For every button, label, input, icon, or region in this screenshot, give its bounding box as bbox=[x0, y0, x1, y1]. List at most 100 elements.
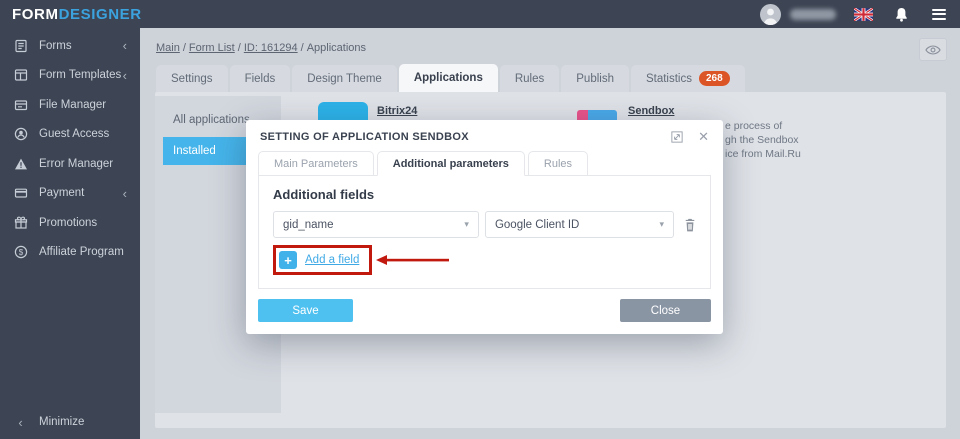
form-templates-icon bbox=[13, 68, 28, 83]
trash-icon bbox=[685, 218, 695, 231]
breadcrumb-link-main[interactable]: Main bbox=[156, 42, 180, 54]
tab-label: Settings bbox=[171, 72, 213, 85]
annotation-arrow-icon bbox=[376, 254, 450, 266]
bitrix24-app-link[interactable]: Bitrix24 bbox=[377, 105, 417, 117]
modal-tab-label: Rules bbox=[543, 158, 573, 170]
tab-settings[interactable]: Settings bbox=[156, 65, 228, 92]
breadcrumb-link-form-list[interactable]: Form List bbox=[189, 42, 235, 54]
minimize-label: Minimize bbox=[39, 416, 85, 428]
breadcrumb-link-form-id[interactable]: ID: 161294 bbox=[244, 42, 298, 54]
sidebar-item-label: Guest Access bbox=[39, 128, 110, 141]
preview-button[interactable] bbox=[919, 38, 947, 61]
sendbox-description: e process of gh the Sendbox ice from Mai… bbox=[725, 119, 801, 161]
modal-header: SETTING OF APPLICATION SENDBOX ✕ bbox=[246, 120, 723, 150]
breadcrumb-current: Applications bbox=[306, 42, 367, 54]
tab-fields[interactable]: Fields bbox=[229, 65, 291, 92]
sidebar-item-label: Forms bbox=[39, 39, 72, 52]
sidebar-item-forms[interactable]: Forms ‹ bbox=[0, 31, 140, 61]
guest-access-icon bbox=[13, 127, 28, 142]
tab-design-theme[interactable]: Design Theme bbox=[292, 65, 397, 92]
promotions-icon bbox=[13, 215, 28, 230]
field-name-select[interactable]: gid_name ▾ bbox=[273, 211, 479, 238]
add-a-field-link[interactable]: Add a field bbox=[305, 254, 359, 266]
additional-field-row: gid_name ▾ Google Client ID ▾ bbox=[273, 211, 696, 238]
sidebar-item-payment[interactable]: Payment ‹ bbox=[0, 179, 140, 209]
application-settings-modal: SETTING OF APPLICATION SENDBOX ✕ Main Pa… bbox=[246, 120, 723, 334]
plus-icon[interactable]: + bbox=[279, 251, 297, 269]
sidebar-item-label: Payment bbox=[39, 187, 85, 200]
sidebar-item-affiliate-program[interactable]: $ Affiliate Program bbox=[0, 238, 140, 268]
topbar: FORM DESIGNER bbox=[0, 0, 960, 28]
sidebar-item-guest-access[interactable]: Guest Access bbox=[0, 120, 140, 150]
expand-modal-icon[interactable] bbox=[671, 130, 683, 143]
description-line: ice from Mail.Ru bbox=[725, 148, 801, 160]
sendbox-app-link[interactable]: Sendbox bbox=[628, 105, 674, 117]
tab-label: Design Theme bbox=[307, 72, 382, 85]
description-line: e process of bbox=[725, 120, 783, 132]
description-line: gh the Sendbox bbox=[725, 134, 799, 146]
breadcrumb-separator: / bbox=[237, 42, 241, 54]
hamburger-menu-icon[interactable] bbox=[932, 8, 946, 20]
sidebar: Forms ‹ Form Templates ‹ File Manager Gu… bbox=[0, 28, 140, 439]
language-flag-icon[interactable] bbox=[854, 7, 873, 21]
sidebar-item-error-manager[interactable]: Error Manager bbox=[0, 149, 140, 179]
tab-label: Statistics bbox=[645, 72, 692, 85]
modal-footer: Save Close bbox=[258, 299, 711, 322]
breadcrumb-separator: / bbox=[182, 42, 186, 54]
tab-applications[interactable]: Applications bbox=[398, 64, 498, 92]
modal-tabs: Main Parameters Additional parameters Ru… bbox=[246, 151, 723, 176]
sidebar-nav: Forms ‹ Form Templates ‹ File Manager Gu… bbox=[0, 28, 140, 267]
logo-text-form: FORM bbox=[12, 5, 59, 23]
tab-label: Fields bbox=[244, 72, 276, 85]
username-blurred[interactable] bbox=[790, 8, 836, 20]
tab-label: Rules bbox=[514, 72, 545, 85]
sidebar-item-label: Promotions bbox=[39, 216, 98, 229]
forms-icon bbox=[13, 38, 28, 53]
sidebar-item-label: Error Manager bbox=[39, 157, 114, 170]
sidebar-item-label: Affiliate Program bbox=[39, 246, 124, 259]
modal-header-icons: ✕ bbox=[671, 130, 709, 143]
logo-text-designer: DESIGNER bbox=[58, 5, 142, 23]
modal-tab-label: Additional parameters bbox=[392, 158, 509, 170]
sidebar-minimize-button[interactable]: ‹ Minimize bbox=[0, 405, 140, 439]
save-button[interactable]: Save bbox=[258, 299, 353, 322]
modal-tab-additional-parameters[interactable]: Additional parameters bbox=[376, 151, 525, 176]
modal-tab-panel: Additional fields gid_name ▾ Google Clie… bbox=[258, 175, 711, 289]
app-logo: FORM DESIGNER bbox=[12, 6, 142, 23]
annotation-highlight-box: + Add a field bbox=[273, 245, 373, 275]
tab-label: Publish bbox=[576, 72, 614, 85]
tab-rules[interactable]: Rules bbox=[499, 65, 560, 92]
statistics-count-badge: 268 bbox=[698, 71, 730, 86]
file-manager-icon bbox=[13, 97, 28, 112]
form-tabs: Settings Fields Design Theme Application… bbox=[156, 64, 747, 92]
tab-label: Applications bbox=[413, 72, 483, 84]
chevron-down-icon: ▾ bbox=[464, 219, 469, 229]
tab-statistics[interactable]: Statistics 268 bbox=[630, 65, 745, 92]
tab-publish[interactable]: Publish bbox=[561, 65, 629, 92]
breadcrumb-separator: / bbox=[300, 42, 304, 54]
select-value: Google Client ID bbox=[494, 218, 580, 231]
chevron-left-icon: ‹ bbox=[122, 67, 127, 83]
chevron-left-icon: ‹ bbox=[18, 414, 23, 430]
sidebar-item-label: File Manager bbox=[39, 98, 107, 111]
notifications-bell-icon[interactable] bbox=[895, 7, 908, 22]
select-value: gid_name bbox=[283, 218, 334, 231]
delete-field-button[interactable] bbox=[684, 218, 696, 232]
chevron-left-icon: ‹ bbox=[122, 38, 127, 54]
svg-text:$: $ bbox=[18, 248, 23, 257]
modal-title: SETTING OF APPLICATION SENDBOX bbox=[260, 130, 469, 143]
close-icon[interactable]: ✕ bbox=[698, 130, 709, 143]
sidebar-item-form-templates[interactable]: Form Templates ‹ bbox=[0, 61, 140, 91]
filter-label: Installed bbox=[173, 145, 216, 157]
user-avatar[interactable] bbox=[760, 3, 781, 25]
affiliate-program-icon: $ bbox=[13, 245, 28, 260]
modal-tab-main-parameters[interactable]: Main Parameters bbox=[258, 151, 374, 176]
error-manager-icon bbox=[13, 156, 28, 171]
sidebar-item-promotions[interactable]: Promotions bbox=[0, 208, 140, 238]
sidebar-item-file-manager[interactable]: File Manager bbox=[0, 90, 140, 120]
parameter-select[interactable]: Google Client ID ▾ bbox=[484, 211, 674, 238]
modal-tab-rules[interactable]: Rules bbox=[527, 151, 589, 176]
person-icon bbox=[763, 8, 778, 25]
filter-label: All applications bbox=[173, 114, 250, 126]
close-button[interactable]: Close bbox=[620, 299, 711, 322]
